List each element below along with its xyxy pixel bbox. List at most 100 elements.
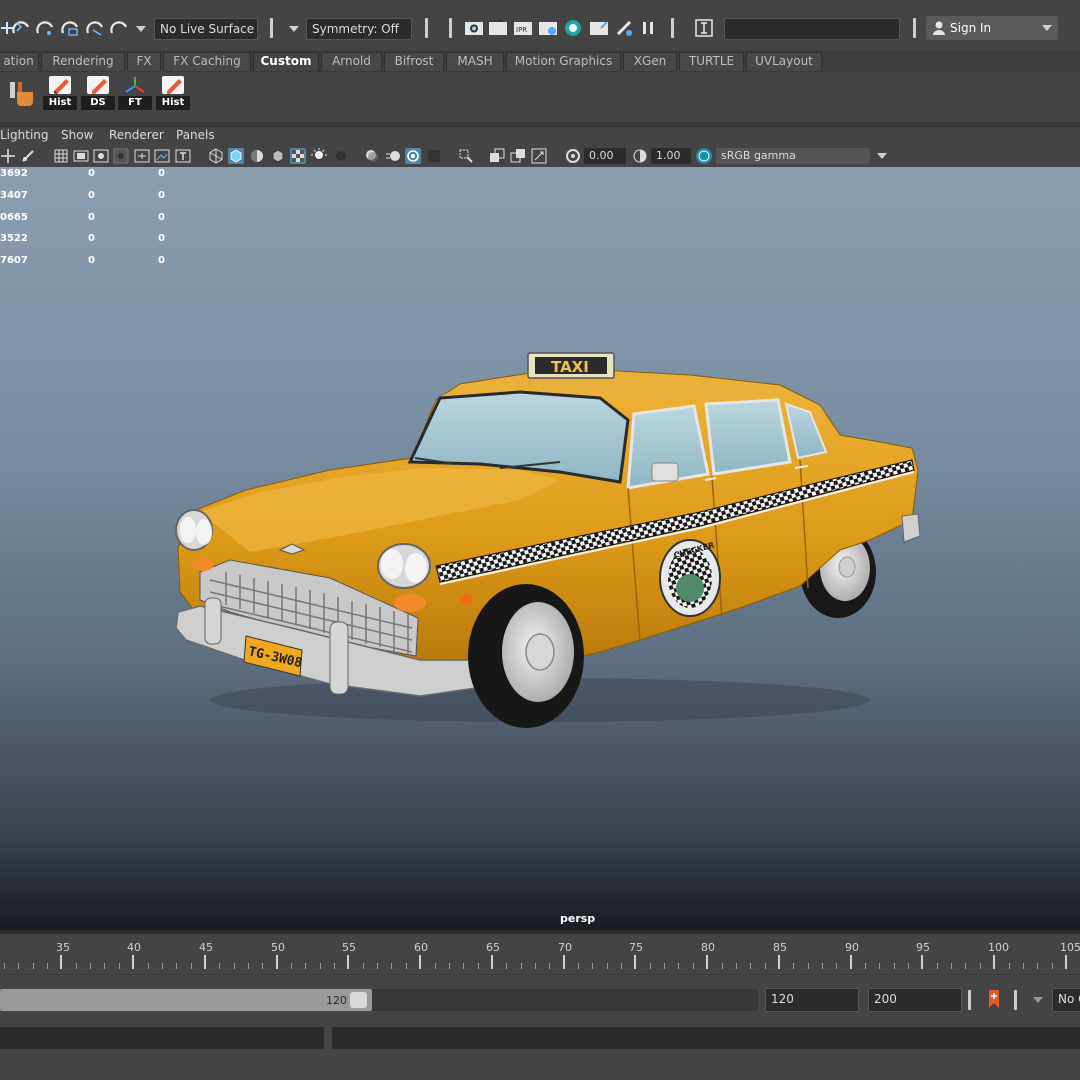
depth-of-field-icon[interactable] xyxy=(426,148,442,164)
menu-lighting[interactable]: Lighting xyxy=(0,128,49,142)
pencil-icon xyxy=(162,76,184,94)
anti-aliasing-icon[interactable] xyxy=(405,148,421,164)
screen-space-ao-icon[interactable] xyxy=(364,148,380,164)
playback-end-field[interactable]: 120 xyxy=(765,988,859,1012)
minor-frame-tick xyxy=(448,963,450,969)
gamma-icon[interactable] xyxy=(632,148,648,164)
motion-blur-icon[interactable] xyxy=(385,148,401,164)
taxi-model[interactable]: CHECKER TAXI TG-3W08 xyxy=(0,167,1080,930)
render-settings-icon[interactable] xyxy=(537,17,559,39)
minor-frame-tick xyxy=(893,963,895,969)
safe-action-icon[interactable] xyxy=(154,148,170,164)
shadows-icon[interactable] xyxy=(333,148,349,164)
wireframe-on-shaded-icon[interactable] xyxy=(270,148,286,164)
shelf-tab-arnold[interactable]: Arnold xyxy=(321,52,382,71)
range-slider-handle[interactable] xyxy=(350,992,367,1008)
pause-render-icon[interactable] xyxy=(637,17,659,39)
snap-together-icon[interactable] xyxy=(108,17,130,39)
render-sequence-icon[interactable] xyxy=(588,17,610,39)
quick-input-field[interactable] xyxy=(724,18,900,40)
render-frame-icon[interactable] xyxy=(487,17,509,39)
resolution-gate-icon[interactable] xyxy=(93,148,109,164)
view-transform-dropdown[interactable]: sRGB gamma xyxy=(716,148,870,164)
shelf-tab-custom[interactable]: Custom xyxy=(253,52,319,71)
menu-renderer[interactable]: Renderer xyxy=(109,128,164,142)
minor-frame-tick xyxy=(1037,963,1039,969)
xray-icon[interactable] xyxy=(489,148,505,164)
input-line-icon[interactable] xyxy=(693,17,715,39)
shelf-tab-motion-graphics[interactable]: Motion Graphics xyxy=(506,52,621,71)
safe-title-icon[interactable] xyxy=(175,148,191,164)
frame-label: 45 xyxy=(199,941,213,954)
character-set-field[interactable]: No C xyxy=(1052,988,1080,1012)
pencil-icon xyxy=(87,76,109,94)
menu-panels[interactable]: Panels xyxy=(176,128,215,142)
camera-tool-icon[interactable] xyxy=(20,148,36,164)
default-material-icon[interactable] xyxy=(249,148,265,164)
arnold-render-icon[interactable] xyxy=(613,17,635,39)
shelf-tab-uvlayout[interactable]: UVLayout xyxy=(746,52,822,71)
gate-mask-icon[interactable] xyxy=(113,148,129,164)
lighting-icon[interactable] xyxy=(311,148,327,164)
ds-button[interactable]: DS xyxy=(81,76,115,110)
symmetry-chevron-icon[interactable] xyxy=(289,26,299,32)
frame-label: 85 xyxy=(773,941,787,954)
ipr-render-icon[interactable]: IPR xyxy=(512,17,534,39)
time-slider[interactable]: 35 40 45 50 55 60 65 70 75 80 85 90 95 1… xyxy=(0,934,1080,974)
freeze-transforms-button[interactable]: FT xyxy=(118,76,152,110)
exposure-icon[interactable] xyxy=(565,148,581,164)
shelf-tab-rendering[interactable]: Rendering xyxy=(41,52,125,71)
minor-frame-tick xyxy=(936,963,938,969)
delete-history-button[interactable]: Hist xyxy=(43,76,77,110)
sign-in-button[interactable]: Sign In xyxy=(926,16,1058,40)
menu-show[interactable]: Show xyxy=(61,128,93,142)
range-slider-bar: 120 120 200 No C xyxy=(0,974,1080,1024)
snap-to-curve-icon[interactable] xyxy=(10,17,32,39)
persp-viewport[interactable]: 3692 0 0 3407 0 0 0665 0 0 3522 0 0 7607… xyxy=(0,167,1080,930)
shelf-tab-animation[interactable]: ation xyxy=(0,52,39,71)
shelf-tab-mash[interactable]: MASH xyxy=(446,52,504,71)
shelf-tab-fx[interactable]: FX xyxy=(127,52,161,71)
minor-frame-tick xyxy=(477,963,479,969)
command-input[interactable] xyxy=(0,1027,324,1049)
camera-name-label: persp xyxy=(560,912,596,925)
isolate-select-icon[interactable] xyxy=(458,148,474,164)
textured-icon[interactable] xyxy=(290,148,306,164)
snap-to-view-plane-icon[interactable] xyxy=(59,17,81,39)
character-set-chevron-icon[interactable] xyxy=(1033,997,1043,1003)
color-management-icon[interactable] xyxy=(696,148,712,164)
shelf-tab-xgen[interactable]: XGen xyxy=(623,52,677,71)
snap-to-live-surface-icon[interactable] xyxy=(84,17,106,39)
camera-pan-icon[interactable] xyxy=(0,148,16,164)
snap-to-point-icon[interactable] xyxy=(34,17,56,39)
history-button[interactable]: Hist xyxy=(156,76,190,110)
wireframe-icon[interactable] xyxy=(208,148,224,164)
xray-components-icon[interactable] xyxy=(531,148,547,164)
xray-joints-icon[interactable] xyxy=(510,148,526,164)
render-view-icon[interactable] xyxy=(463,17,485,39)
shelf-tab-fx-caching[interactable]: FX Caching xyxy=(163,52,251,71)
shelf-tools-icon[interactable] xyxy=(8,78,38,111)
field-chart-icon[interactable] xyxy=(134,148,150,164)
shelf-tab-turtle[interactable]: TURTLE xyxy=(679,52,744,71)
minor-frame-tick xyxy=(463,963,465,969)
hypershade-icon[interactable] xyxy=(562,17,584,39)
shelf-tab-bifrost[interactable]: Bifrost xyxy=(384,52,444,71)
view-transform-chevron-icon[interactable] xyxy=(877,153,887,159)
animation-end-field[interactable]: 200 xyxy=(868,988,962,1012)
minor-frame-tick xyxy=(4,963,5,969)
exposure-field[interactable]: 0.00 xyxy=(584,148,626,164)
grid-icon[interactable] xyxy=(53,148,69,164)
snap-options-chevron-icon[interactable] xyxy=(136,26,146,32)
film-gate-icon[interactable] xyxy=(73,148,89,164)
minor-frame-tick xyxy=(334,963,336,969)
live-surface-field[interactable]: No Live Surface xyxy=(154,18,258,40)
symmetry-field[interactable]: Symmetry: Off xyxy=(306,18,412,40)
gamma-field[interactable]: 1.00 xyxy=(651,148,691,164)
range-slider-track[interactable] xyxy=(0,989,372,1011)
minor-frame-tick xyxy=(176,963,178,969)
minor-frame-tick xyxy=(1022,963,1024,969)
smooth-shade-icon[interactable] xyxy=(228,148,244,164)
bookmark-icon[interactable] xyxy=(986,989,1002,1012)
minor-frame-tick xyxy=(47,963,49,969)
